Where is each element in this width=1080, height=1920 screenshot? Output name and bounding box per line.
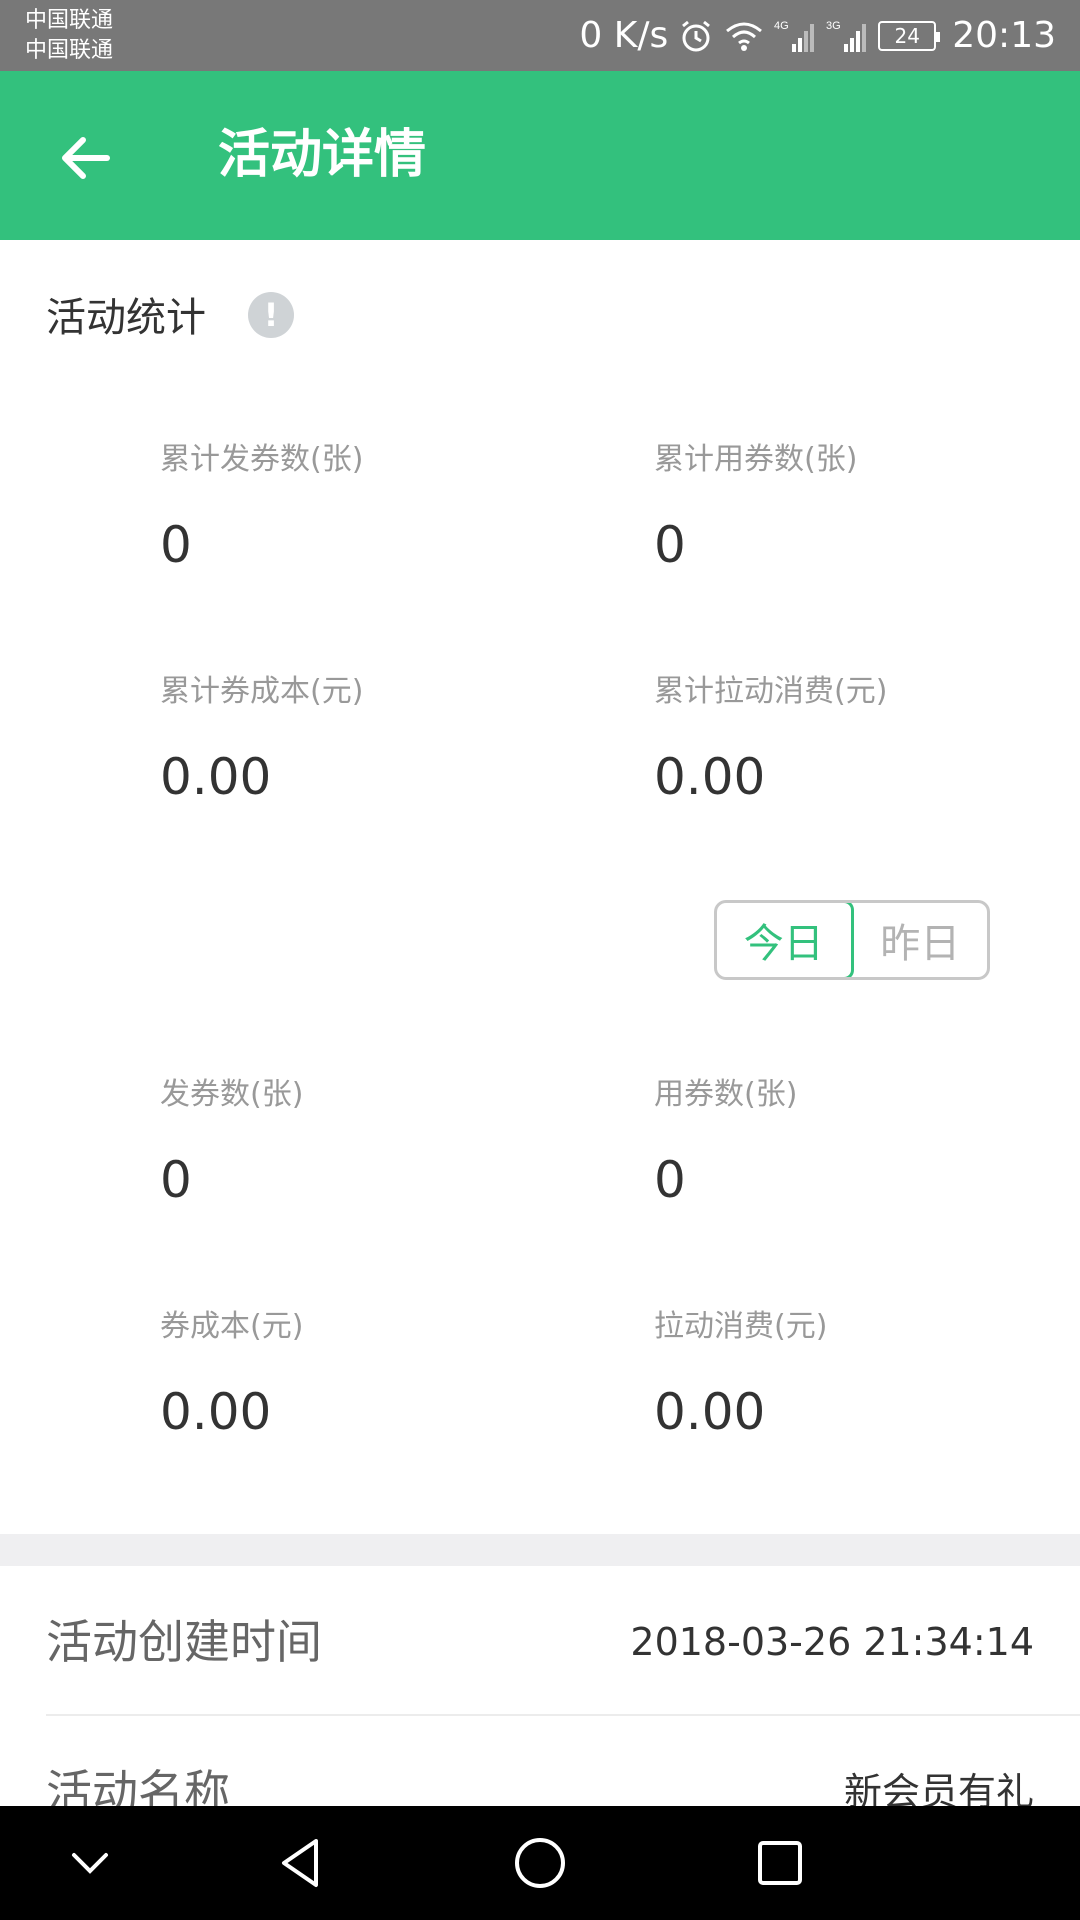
status-icons: 0 K/s 4G 3G 24 20:13 <box>579 0 1056 71</box>
screen: 中国联通 中国联通 0 K/s 4G 3G 24 20:13 活动详情 活动统计… <box>0 0 1080 1920</box>
stat-label-cost: 券成本(元) <box>160 1309 304 1344</box>
stats-section-title: 活动统计 <box>46 295 206 341</box>
stat-value-total-cost: 0.00 <box>160 748 272 806</box>
chevron-down-icon <box>72 1853 108 1874</box>
detail-value-created-time: 2018-03-26 21:34:14 <box>630 1620 1034 1664</box>
clock: 20:13 <box>952 15 1056 56</box>
alarm-icon <box>678 18 714 54</box>
back-button[interactable] <box>50 123 120 193</box>
signal-4g-label: 4G <box>774 20 789 32</box>
detail-label-created-time: 活动创建时间 <box>46 1615 322 1669</box>
day-toggle: 今日 昨日 <box>714 900 990 980</box>
stat-value-driven: 0.00 <box>654 1383 766 1441</box>
nav-recents-button[interactable] <box>720 1806 840 1920</box>
signal-4g-icon: 4G <box>774 18 816 54</box>
stat-value-issued: 0 <box>160 1151 192 1209</box>
stat-value-total-issued: 0 <box>160 516 192 574</box>
battery-level: 24 <box>894 23 920 48</box>
home-circle-icon <box>515 1838 565 1888</box>
stat-value-total-used: 0 <box>654 516 686 574</box>
stat-label-driven: 拉动消费(元) <box>654 1309 828 1344</box>
carrier-info: 中国联通 中国联通 <box>25 6 113 66</box>
stat-value-cost: 0.00 <box>160 1383 272 1441</box>
row-divider <box>46 1714 1080 1716</box>
nav-hide-button[interactable] <box>30 1806 150 1920</box>
page-title: 活动详情 <box>218 125 427 185</box>
info-icon[interactable]: ! <box>248 292 294 338</box>
recents-square-icon <box>758 1841 802 1885</box>
stat-label-issued: 发券数(张) <box>160 1077 304 1112</box>
toggle-today[interactable]: 今日 <box>717 903 854 977</box>
stat-label-total-driven: 累计拉动消费(元) <box>654 674 888 709</box>
stat-value-total-driven: 0.00 <box>654 748 766 806</box>
section-separator <box>0 1534 1080 1566</box>
signal-3g-label: 3G <box>826 20 841 32</box>
stat-label-total-issued: 累计发券数(张) <box>160 442 364 477</box>
info-icon-glyph: ! <box>263 296 279 334</box>
system-nav-bar <box>0 1806 1080 1920</box>
arrow-left-icon <box>62 137 110 179</box>
stat-label-used: 用券数(张) <box>654 1077 798 1112</box>
toggle-yesterday[interactable]: 昨日 <box>854 903 988 977</box>
nav-home-button[interactable] <box>480 1806 600 1920</box>
stat-label-total-used: 累计用券数(张) <box>654 442 858 477</box>
status-bar: 中国联通 中国联通 0 K/s 4G 3G 24 20:13 <box>0 0 1080 71</box>
back-triangle-icon <box>282 1839 318 1887</box>
carrier-2: 中国联通 <box>25 38 114 63</box>
app-bar: 活动详情 <box>0 71 1080 240</box>
wifi-icon <box>724 19 764 53</box>
signal-3g-icon: 3G <box>826 18 868 54</box>
net-speed: 0 K/s <box>579 15 669 56</box>
battery-icon: 24 <box>878 20 941 51</box>
carrier-1: 中国联通 <box>25 8 114 33</box>
stat-value-used: 0 <box>654 1151 686 1209</box>
stat-label-total-cost: 累计券成本(元) <box>160 674 364 709</box>
nav-back-button[interactable] <box>240 1806 360 1920</box>
